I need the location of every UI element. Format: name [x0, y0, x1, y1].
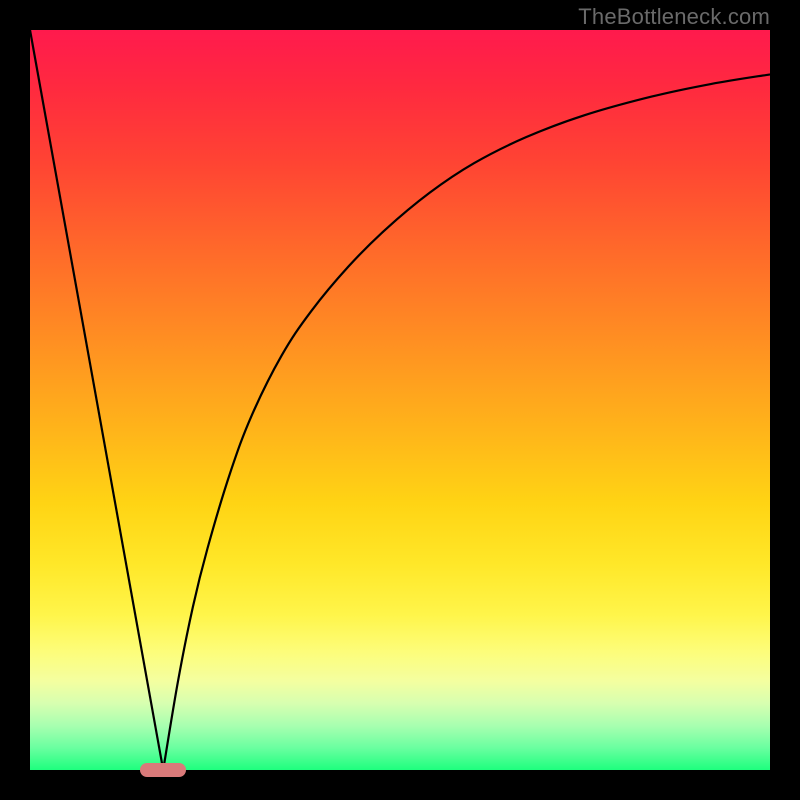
bottleneck-curve: [30, 30, 770, 770]
plot-area: [30, 30, 770, 770]
curve-left-branch: [30, 30, 163, 770]
chart-frame: TheBottleneck.com: [0, 0, 800, 800]
curve-right-branch: [163, 74, 770, 770]
watermark-text: TheBottleneck.com: [578, 4, 770, 30]
optimal-marker: [140, 763, 186, 777]
